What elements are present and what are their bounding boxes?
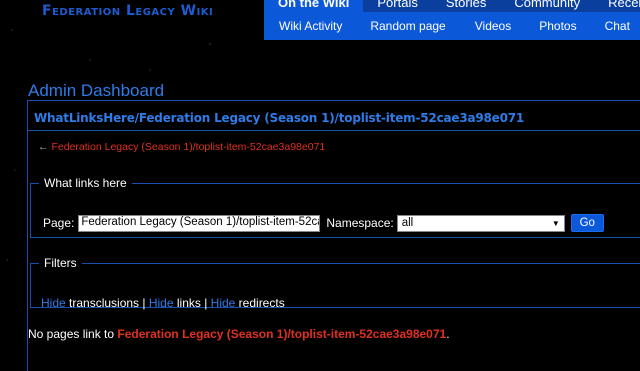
back-link-label: Federation Legacy (Season 1)/toplist-ite… xyxy=(51,141,326,153)
what-links-here-fieldset: What links here Page: Federation Legacy … xyxy=(30,176,640,238)
go-button[interactable]: Go xyxy=(570,214,604,232)
hide-transclusions-link[interactable]: Hide xyxy=(41,296,66,310)
wiki-logo[interactable]: Federation Legacy Wiki xyxy=(42,3,213,19)
top-nav: On the Wiki Portals Stories Community Re… xyxy=(264,0,640,12)
filter-text-transclusions: transclusions | xyxy=(65,296,149,310)
result-target-link[interactable]: Federation Legacy (Season 1)/toplist-ite… xyxy=(117,327,446,341)
filters-legend: Filters xyxy=(44,256,77,270)
namespace-selected-value: all xyxy=(401,217,414,229)
page-label: Page: xyxy=(43,216,75,230)
sub-nav-random-page[interactable]: Random page xyxy=(370,19,445,33)
result-prefix: No pages link to xyxy=(28,327,118,341)
dropdown-arrow-icon: ▼ xyxy=(551,218,560,228)
filter-text-links: links | xyxy=(173,296,211,310)
page-heading: WhatLinksHere/Federation Legacy (Season … xyxy=(34,111,525,125)
what-links-here-legend: What links here xyxy=(44,176,127,190)
namespace-label: Namespace: xyxy=(326,216,394,230)
result-suffix: . xyxy=(446,327,450,341)
sub-nav-wiki-activity[interactable]: Wiki Activity xyxy=(279,19,342,33)
sub-nav-chat[interactable]: Chat xyxy=(605,19,630,33)
tab-community[interactable]: Community xyxy=(500,0,595,12)
filters-fieldset: Filters Hide transclusions | Hide links … xyxy=(30,256,640,310)
filter-text-redirects: redirects xyxy=(235,296,285,310)
tab-recent[interactable]: Recent xyxy=(594,0,640,12)
result-message: No pages link to Federation Legacy (Seas… xyxy=(28,327,450,341)
tab-stories[interactable]: Stories xyxy=(431,0,501,12)
hide-redirects-link[interactable]: Hide xyxy=(211,296,236,310)
page-input[interactable]: Federation Legacy (Season 1)/toplist-ite… xyxy=(78,214,321,232)
sub-nav-videos[interactable]: Videos xyxy=(475,19,511,33)
back-arrow-icon: ← xyxy=(38,141,49,153)
back-link[interactable]: ← Federation Legacy (Season 1)/toplist-it… xyxy=(38,141,325,153)
main-content: WhatLinksHere/Federation Legacy (Season … xyxy=(27,100,640,371)
tab-on-the-wiki[interactable]: On the Wiki xyxy=(264,0,364,12)
tab-portals[interactable]: Portals xyxy=(363,0,432,12)
hide-links-link[interactable]: Hide xyxy=(149,296,174,310)
sub-nav-photos[interactable]: Photos xyxy=(539,19,576,33)
wiki-header: Federation Legacy Wiki On the Wiki Porta… xyxy=(0,0,640,80)
heading-divider xyxy=(28,130,640,131)
filter-row: Hide transclusions | Hide links | Hide r… xyxy=(41,296,285,310)
sub-nav: Wiki Activity Random page Videos Photos … xyxy=(264,12,640,40)
namespace-select[interactable]: all ▼ xyxy=(396,214,565,232)
what-links-form-row: Page: Federation Legacy (Season 1)/topli… xyxy=(43,214,604,232)
page-title[interactable]: Admin Dashboard xyxy=(28,81,164,101)
